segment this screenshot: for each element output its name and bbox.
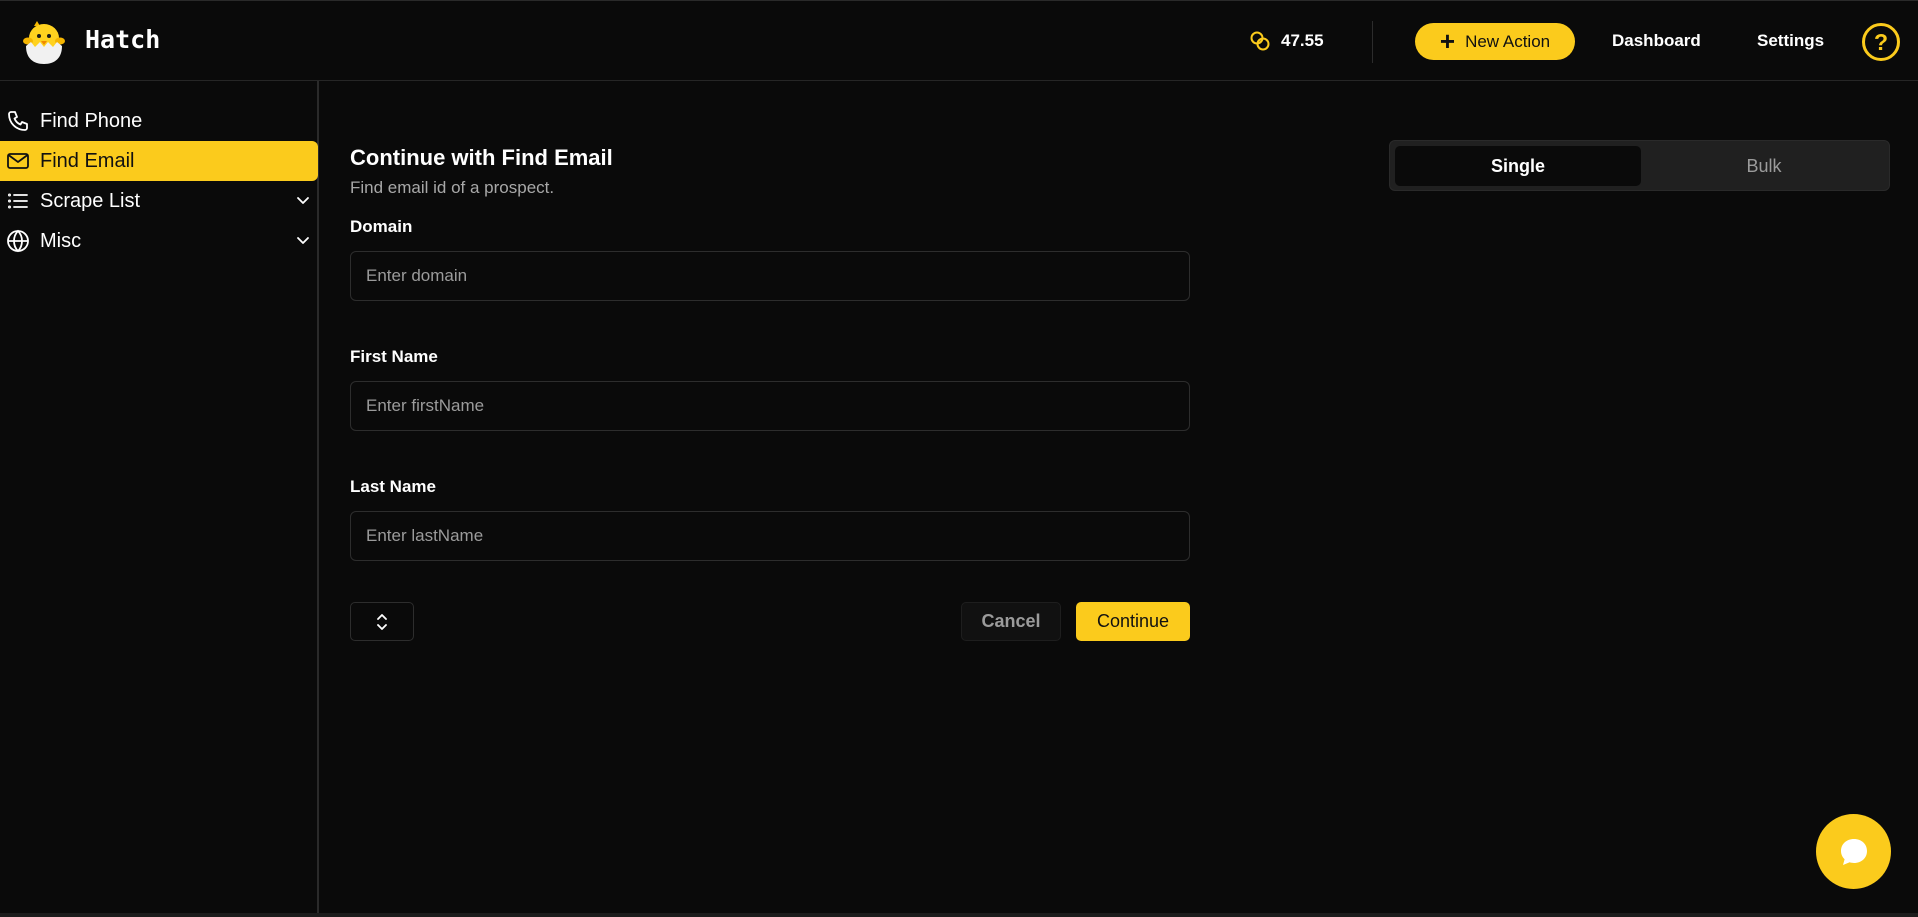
last-name-input[interactable] (350, 511, 1190, 561)
sidebar: Find Phone Find Email Scrape List Misc (0, 81, 319, 917)
sidebar-item-label: Scrape List (40, 189, 141, 212)
bottom-divider (0, 913, 1918, 917)
new-action-label: New Action (1465, 31, 1551, 51)
credits-value: 47.55 (1281, 31, 1324, 50)
mail-icon (5, 148, 31, 174)
help-icon[interactable]: ? (1862, 23, 1900, 61)
expand-collapse-button[interactable] (350, 602, 414, 641)
list-icon (5, 188, 31, 214)
sidebar-item-find-email[interactable]: Find Email (0, 141, 318, 181)
sidebar-item-scrape-list[interactable]: Scrape List (0, 181, 318, 221)
chevron-down-icon[interactable] (294, 191, 312, 209)
nav-settings-link[interactable]: Settings (1757, 31, 1824, 51)
hatch-logo-icon[interactable] (20, 18, 68, 66)
mode-bulk-tab[interactable]: Bulk (1641, 146, 1887, 186)
help-glyph: ? (1873, 28, 1889, 55)
domain-label: Domain (350, 217, 413, 236)
globe-icon (5, 228, 31, 254)
continue-button[interactable]: Continue (1076, 602, 1190, 641)
chat-launcher-button[interactable] (1816, 814, 1891, 889)
sidebar-item-misc[interactable]: Misc (0, 221, 318, 261)
page-title: Continue with Find Email (350, 145, 613, 170)
sidebar-item-label: Find Phone (40, 109, 143, 132)
app-brand[interactable]: Hatch (85, 25, 160, 54)
page-subtitle: Find email id of a prospect. (350, 178, 555, 197)
sidebar-item-label: Misc (40, 229, 82, 252)
coins-icon (1250, 31, 1270, 51)
cancel-button[interactable]: Cancel (961, 602, 1061, 641)
chevron-down-icon[interactable] (294, 231, 312, 249)
header-divider (1372, 21, 1373, 63)
sidebar-item-label: Find Email (40, 149, 135, 172)
first-name-label: First Name (350, 347, 438, 366)
chevron-up-down-icon (377, 613, 387, 630)
new-action-button[interactable]: + New Action (1415, 23, 1575, 60)
sidebar-item-find-phone[interactable]: Find Phone (0, 101, 318, 141)
chat-bubble-icon (1840, 838, 1867, 865)
mode-toggle: Single Bulk (1389, 140, 1890, 191)
top-bar: Hatch 47.55 + New Action Dashboard Setti… (0, 0, 1918, 81)
plus-icon: + (1439, 25, 1456, 56)
last-name-label: Last Name (350, 477, 436, 496)
nav-dashboard-link[interactable]: Dashboard (1612, 31, 1701, 51)
mode-single-tab[interactable]: Single (1395, 146, 1641, 186)
domain-input[interactable] (350, 251, 1190, 301)
credits-balance: 47.55 (1249, 30, 1324, 52)
first-name-input[interactable] (350, 381, 1190, 431)
phone-icon (5, 108, 31, 134)
